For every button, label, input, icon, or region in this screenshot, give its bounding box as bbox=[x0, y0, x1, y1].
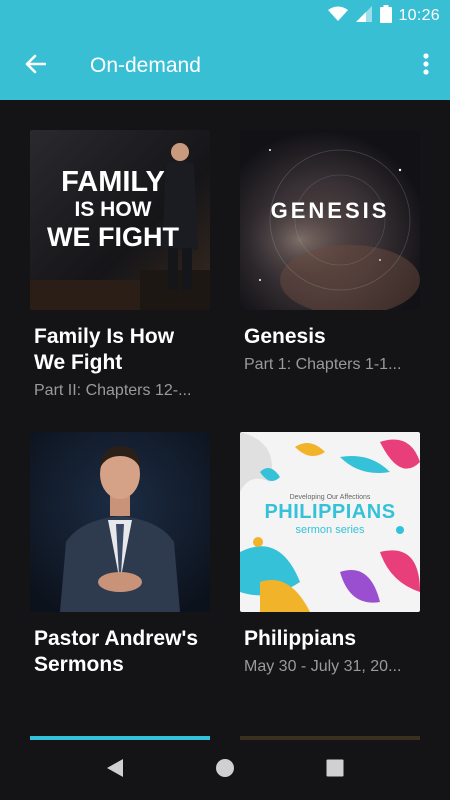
series-artwork-family: FAMILY IS HOW WE FIGHT bbox=[30, 130, 210, 310]
artwork-text: GENESIS bbox=[270, 198, 390, 223]
back-button[interactable] bbox=[0, 32, 70, 100]
artwork-text-line-3: WE FIGHT bbox=[47, 221, 179, 252]
square-recents-icon bbox=[326, 759, 344, 782]
battery-icon bbox=[380, 4, 393, 28]
nav-recents-button[interactable] bbox=[305, 740, 365, 800]
series-subtitle: Part II: Chapters 12-... bbox=[34, 382, 192, 399]
series-card-genesis[interactable]: GENESIS Genesis Part 1: Chapters 1-1... bbox=[240, 130, 420, 374]
circle-home-icon bbox=[215, 758, 235, 783]
series-title: Philippians bbox=[244, 627, 357, 650]
more-options-button[interactable] bbox=[402, 32, 450, 100]
series-card-family[interactable]: FAMILY IS HOW WE FIGHT Family Is How We … bbox=[30, 130, 210, 400]
artwork-caption-top: Developing Our Affections bbox=[289, 494, 371, 501]
system-nav-bar bbox=[0, 740, 450, 800]
status-time: 10:26 bbox=[398, 7, 440, 24]
arrow-back-icon bbox=[24, 54, 47, 79]
series-card-philippians[interactable]: Developing Our Affections PHILIPPIANS se… bbox=[240, 432, 420, 676]
status-bar: 10:26 bbox=[0, 0, 450, 32]
wifi-icon bbox=[328, 6, 349, 27]
cell-signal-icon bbox=[356, 5, 373, 27]
artwork-text-line-2: IS HOW bbox=[74, 198, 152, 222]
series-artwork-pastor-andrew bbox=[30, 432, 210, 612]
artwork-caption-bottom: sermon series bbox=[295, 524, 365, 536]
more-vert-icon bbox=[423, 52, 429, 80]
series-grid: FAMILY IS HOW WE FIGHT Family Is How We … bbox=[0, 100, 450, 740]
series-title: Genesis bbox=[244, 325, 326, 348]
triangle-back-icon bbox=[106, 758, 124, 783]
series-title: Pastor Andrew's Sermons bbox=[34, 627, 199, 676]
nav-back-button[interactable] bbox=[85, 740, 145, 800]
series-artwork-genesis: GENESIS bbox=[240, 130, 420, 310]
artwork-text-line-1: FAMILY bbox=[61, 166, 165, 198]
artwork-text: PHILIPPIANS bbox=[264, 501, 396, 523]
page-title: On-demand bbox=[90, 54, 201, 77]
series-artwork-philippians: Developing Our Affections PHILIPPIANS se… bbox=[240, 432, 420, 612]
series-card-pastor-andrew[interactable]: Pastor Andrew's Sermons bbox=[30, 432, 210, 678]
app-bar: On-demand bbox=[0, 32, 450, 100]
series-subtitle: May 30 - July 31, 20... bbox=[244, 658, 402, 675]
series-title: Family Is How We Fight bbox=[34, 325, 175, 374]
series-subtitle: Part 1: Chapters 1-1... bbox=[244, 356, 402, 373]
nav-home-button[interactable] bbox=[195, 740, 255, 800]
